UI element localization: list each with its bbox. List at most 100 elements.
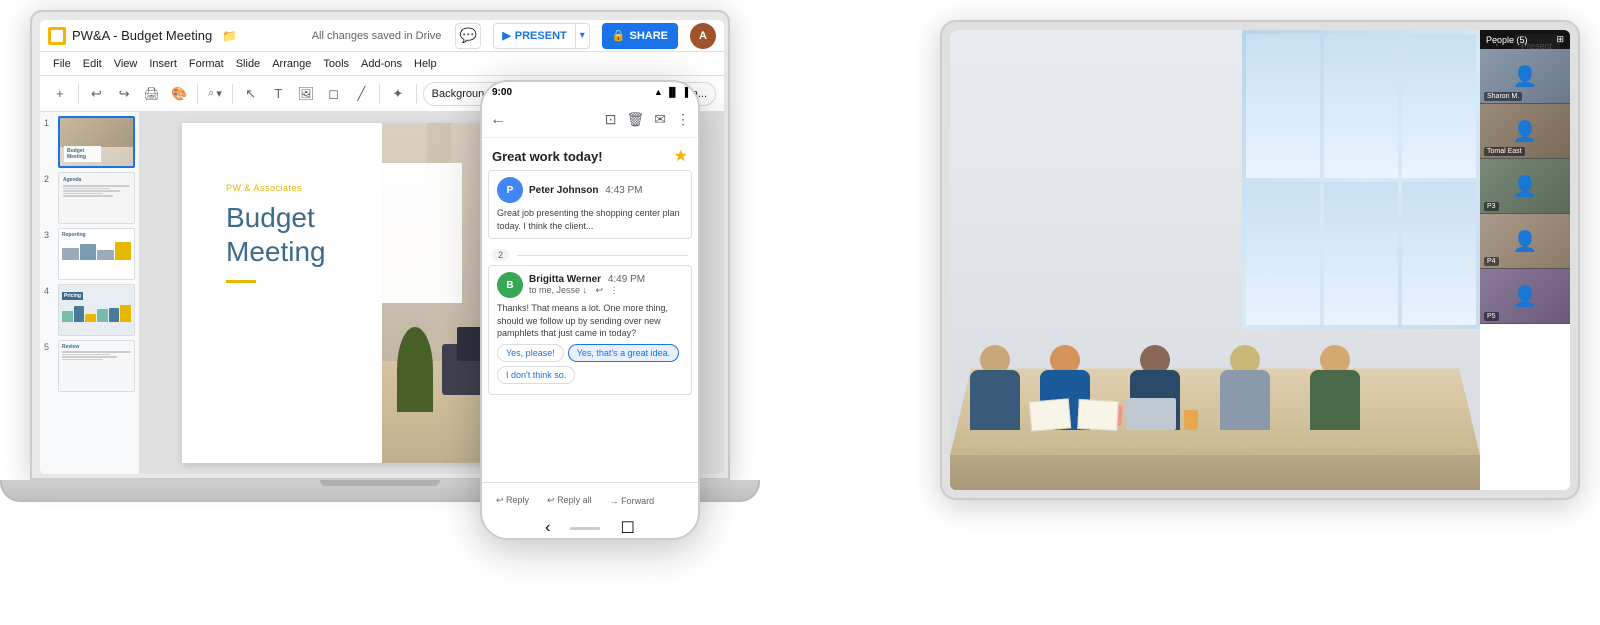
slide-thumb-3[interactable]: 3 Reporting [44,228,135,280]
slides-app-icon [48,27,66,45]
slide-thumb-2[interactable]: 2 Agenda [44,172,135,224]
comment-toolbar-btn[interactable]: ✦ [386,82,410,106]
meeting-scene-bg [950,30,1480,490]
menu-tools[interactable]: Tools [318,52,354,76]
nav-back[interactable]: ‹ [545,519,550,537]
present-button[interactable]: ▶ PRESENT [493,23,575,49]
participant-thumb-3[interactable]: 👤 P3 [1480,159,1570,214]
reply-all-label: ↩ Reply all [547,495,592,506]
undo-btn[interactable]: ↩ [85,82,109,106]
line [62,356,117,358]
slide-thumb-5[interactable]: 5 Review [44,340,135,392]
menu-format[interactable]: Format [184,52,229,76]
slide-thumb-4[interactable]: 4 Pricing [44,284,135,336]
toolbar-sep-3 [232,84,233,104]
person-1 [970,345,1020,430]
line [63,193,103,195]
email-divider: 2 [482,245,698,265]
present-label: PRESENT [515,30,567,42]
slide-preview-1[interactable]: BudgetMeeting [58,116,135,168]
more-icon[interactable]: ⋮ [610,285,619,295]
reply-button[interactable]: ↩ Reply [490,492,535,509]
forward-label: → Forward [610,496,655,506]
status-time: 9:00 [492,87,512,98]
participant-thumb-4[interactable]: 👤 P4 [1480,214,1570,269]
cursor-btn[interactable]: ↖ [239,82,263,106]
paint-format-btn[interactable]: 🎨 [168,82,192,106]
menu-arrange[interactable]: Arrange [267,52,316,76]
window-pane-6 [1402,182,1476,326]
nav-recents[interactable]: ☐ [620,518,634,538]
shapes-btn[interactable]: ◻ [322,82,346,106]
slide-thumb-1[interactable]: 1 BudgetMeeting [44,116,135,168]
menu-addons[interactable]: Add-ons [356,52,407,76]
star-icon[interactable]: ★ [674,146,688,166]
phone-bottom-bar: ‹ ☐ [482,518,698,538]
participant-thumb-1[interactable]: 👤 Sharon M. [1480,49,1570,104]
print-btn[interactable]: 🖨 [140,82,164,106]
add-slide-btn[interactable]: + [48,82,72,106]
slides-panel: 1 BudgetMeeting [40,112,140,474]
line [62,359,103,361]
share-button[interactable]: 🔒 SHARE [602,23,678,49]
gmail-footer: ↩ Reply ↩ Reply all → Forward [482,482,698,518]
slides-menubar: File Edit View Insert Format Slide Arran… [40,52,724,76]
slide-preview-4[interactable]: Pricing [58,284,135,336]
participant-thumb-5[interactable]: 👤 P5 [1480,269,1570,324]
slide-preview-3[interactable]: Reporting [58,228,135,280]
back-button[interactable]: ← [490,111,506,129]
folder-icon[interactable]: 📁 [222,29,237,43]
menu-file[interactable]: File [48,52,76,76]
smart-reply-3[interactable]: I don't think so. [497,366,575,384]
save-status: All changes saved in Drive [312,30,442,42]
present-btn-group: ▶ PRESENT ▾ [493,23,589,49]
archive-icon[interactable]: ⊡ [605,111,617,128]
menu-view[interactable]: View [109,52,143,76]
slide-preview-5[interactable]: Review [58,340,135,392]
zoom-control[interactable]: ⌕ ▾ [204,87,226,100]
menu-slide[interactable]: Slide [231,52,265,76]
smart-reply-1[interactable]: Yes, please! [497,344,564,362]
zoom-icon: ⌕ [208,87,214,100]
line-btn[interactable]: ╱ [349,82,373,106]
smart-reply-3-text: I don't think so. [506,370,566,380]
slide-4-title: Pricing [62,292,83,300]
people-header: People (5) ⊞ [1480,30,1570,49]
slide-preview-2[interactable]: Agenda [58,172,135,224]
menu-help[interactable]: Help [409,52,442,76]
participant-thumb-2[interactable]: 👤 Tomal East [1480,104,1570,159]
slide-3-bars [62,240,131,260]
msg-1-body: Great job presenting the shopping center… [497,207,683,232]
text-btn[interactable]: T [267,82,291,106]
reply-all-button[interactable]: ↩ Reply all [541,492,598,509]
bar-3 [85,314,96,322]
slide-1-bg-img [60,118,133,147]
sender-2-avatar: B [497,272,523,298]
expand-icon[interactable]: ⊞ [1556,34,1564,45]
sender-2-time: 4:49 PM [608,274,645,285]
slides-icon-inner [51,30,63,42]
participant-name-1: Sharon M. [1484,92,1522,101]
menu-edit[interactable]: Edit [78,52,107,76]
slide-5-content: Review [59,341,134,391]
zoom-value: ▾ [216,87,222,100]
sender-name-2-text: Brigitta Werner [529,274,601,285]
sender-1-avatar: P [497,177,523,203]
sender-1-name: Peter Johnson 4:43 PM [529,185,683,196]
forward-button[interactable]: → Forward [604,493,661,509]
comment-button[interactable]: 💬 [455,23,481,49]
image-btn[interactable]: 🖼 [294,82,318,106]
smart-reply-2[interactable]: Yes, that's a great idea. [568,344,679,362]
user-avatar[interactable]: A [690,23,716,49]
tablet: People (5) ⊞ 👤 Sharon M. 👤 Tomal East [940,20,1580,500]
email-icon[interactable]: ✉ [654,111,666,128]
more-vert-icon[interactable]: ⋮ [676,111,690,128]
window-pane-2 [1324,34,1398,178]
present-dropdown[interactable]: ▾ [576,23,590,49]
delete-icon[interactable]: 🗑 [626,111,644,128]
menu-insert[interactable]: Insert [144,52,182,76]
status-icons: ▲ ▐▌ ▐ [654,87,688,97]
redo-btn[interactable]: ↪ [112,82,136,106]
nav-home[interactable] [570,527,600,530]
slide-heading: Budget Meeting [226,201,438,268]
